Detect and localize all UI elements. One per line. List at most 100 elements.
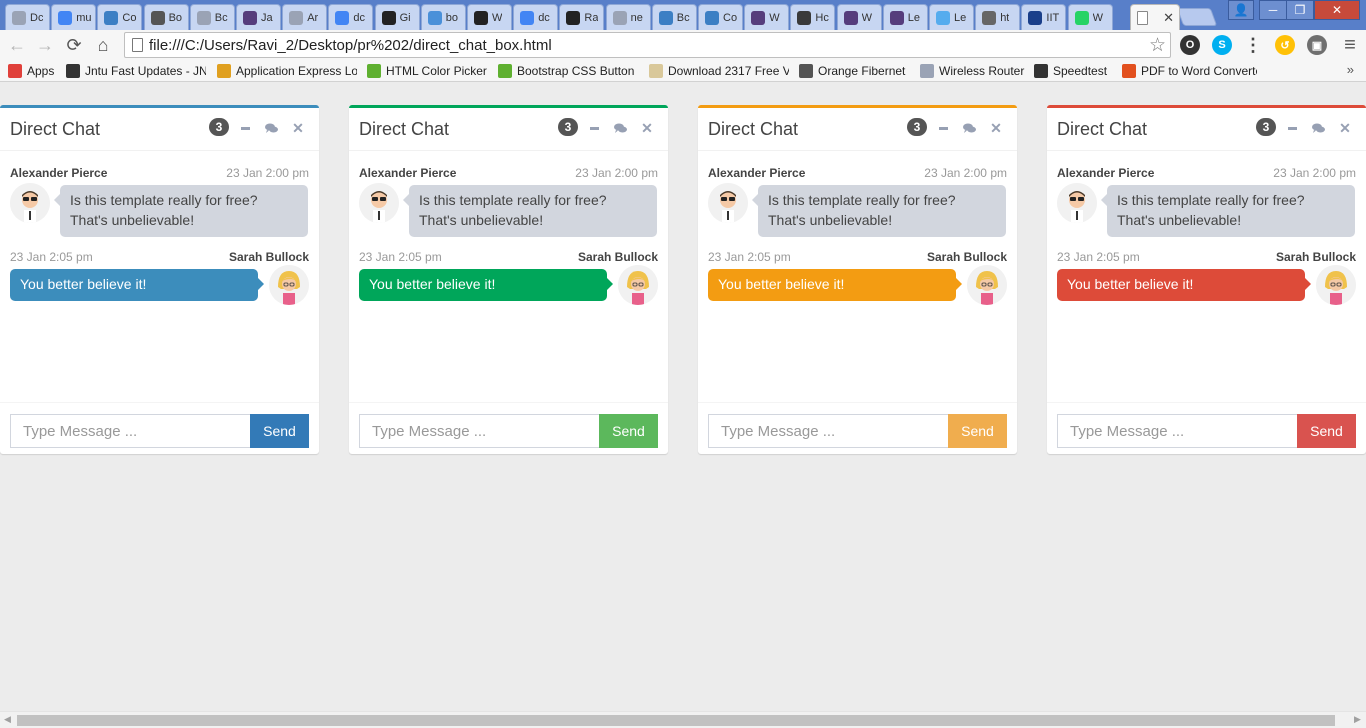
gauge-icon: [1034, 64, 1048, 78]
bookmark-item[interactable]: Application Express Lo: [217, 62, 357, 80]
close-button[interactable]: ✕: [290, 120, 306, 136]
whatsapp-icon: [1074, 10, 1089, 25]
bookmark-item[interactable]: Bootstrap CSS Button: [498, 62, 636, 80]
scroll-right-icon[interactable]: ▶: [1354, 714, 1361, 725]
bookmarks-overflow-icon[interactable]: »: [1347, 62, 1354, 77]
browser-tab[interactable]: Le: [929, 4, 974, 30]
collapse-button[interactable]: [1284, 120, 1300, 136]
bootstrap-icon: [658, 10, 673, 25]
browser-tab[interactable]: Ra: [559, 4, 605, 30]
browser-tab[interactable]: mu: [51, 4, 97, 30]
home-button[interactable]: ⌂: [92, 34, 114, 56]
send-button[interactable]: Send: [1297, 414, 1356, 448]
folder-icon: [649, 64, 663, 78]
browser-tab[interactable]: Co: [698, 4, 743, 30]
bookmark-item[interactable]: HTML Color Picker: [367, 62, 491, 80]
send-button[interactable]: Send: [599, 414, 658, 448]
bookmark-label: HTML Color Picker: [386, 64, 487, 78]
scrollbar-thumb[interactable]: [17, 715, 1335, 726]
minus-icon: [1287, 126, 1297, 130]
new-tab-button[interactable]: [1176, 8, 1218, 26]
send-button[interactable]: Send: [250, 414, 309, 448]
bookmark-item[interactable]: Speedtest: [1034, 62, 1116, 80]
browser-tab[interactable]: ne: [605, 4, 651, 30]
browser-tab[interactable]: IIT: [1021, 4, 1067, 30]
browser-tab[interactable]: Co: [97, 4, 143, 30]
bookmark-label: Bootstrap CSS Button: [517, 64, 635, 78]
bootstrap-b-icon: [751, 10, 766, 25]
maximize-button[interactable]: ❐: [1286, 0, 1314, 20]
tab-title: bo: [445, 11, 459, 24]
browser-tab[interactable]: bo: [420, 4, 466, 30]
message-timestamp: 23 Jan 2:05 pm: [10, 250, 93, 264]
close-button[interactable]: ✕: [639, 120, 655, 136]
iitb-icon: [1028, 10, 1043, 25]
apps-grid-icon[interactable]: ⋮: [1243, 35, 1263, 55]
bookmark-item[interactable]: Wireless Router: [920, 62, 1026, 80]
message-input[interactable]: [10, 414, 251, 448]
browser-tab[interactable]: Gi: [374, 4, 420, 30]
sent-message-bubble: You better believe it!: [359, 269, 613, 301]
bookmark-label: Wireless Router: [939, 64, 1025, 78]
bookmark-star-icon[interactable]: ☆: [1149, 34, 1166, 57]
opera-icon[interactable]: O: [1180, 35, 1200, 55]
browser-tab[interactable]: W: [744, 4, 790, 30]
browser-tab[interactable]: W: [1067, 4, 1113, 30]
browser-tab[interactable]: Ja: [236, 4, 281, 30]
message-input[interactable]: [1057, 414, 1298, 448]
active-browser-tab[interactable]: ✕: [1130, 4, 1180, 30]
address-bar[interactable]: file:///C:/Users/Ravi_2/Desktop/pr%202/d…: [124, 32, 1171, 58]
horizontal-scrollbar[interactable]: ◀ ▶: [0, 711, 1366, 728]
google-extension-icon[interactable]: ↺: [1275, 35, 1295, 55]
bookmark-item[interactable]: Orange Fibernet: [799, 62, 911, 80]
browser-tab[interactable]: W: [836, 4, 882, 30]
browser-tab[interactable]: Bc: [189, 4, 235, 30]
ghostery-icon[interactable]: ▣: [1307, 35, 1327, 55]
contacts-toggle-button[interactable]: [263, 120, 279, 136]
message-input[interactable]: [708, 414, 949, 448]
close-button[interactable]: ✕: [1337, 120, 1353, 136]
message-sender-name: Alexander Pierce: [359, 166, 457, 180]
contacts-toggle-button[interactable]: [1310, 120, 1326, 136]
browser-tab[interactable]: dc: [328, 4, 374, 30]
browser-tab[interactable]: Bo: [143, 4, 189, 30]
close-button[interactable]: ✕: [988, 120, 1004, 136]
forward-button[interactable]: →: [34, 34, 56, 56]
address-url[interactable]: file:///C:/Users/Ravi_2/Desktop/pr%202/d…: [149, 37, 552, 54]
browser-tab[interactable]: W: [467, 4, 512, 30]
chat-messages: Alexander Pierce 23 Jan 2:00 pm Is this …: [698, 154, 1017, 404]
scroll-left-icon[interactable]: ◀: [4, 714, 11, 725]
bookmark-item[interactable]: Apps: [8, 62, 60, 80]
bookmark-item[interactable]: Download 2317 Free V: [649, 62, 789, 80]
collapse-button[interactable]: [237, 120, 253, 136]
bookmark-item[interactable]: PDF to Word Converte: [1122, 62, 1257, 80]
browser-tab[interactable]: Le: [882, 4, 928, 30]
menu-icon[interactable]: ≡: [1340, 34, 1360, 56]
bookmark-item[interactable]: Jntu Fast Updates - JN: [66, 62, 206, 80]
minimize-button[interactable]: ─: [1259, 0, 1287, 20]
back-button[interactable]: ←: [6, 34, 28, 56]
contacts-toggle-button[interactable]: [961, 120, 977, 136]
close-window-button[interactable]: ✕: [1314, 0, 1360, 20]
reload-button[interactable]: ⟳: [63, 34, 85, 56]
browser-tab[interactable]: Ar: [282, 4, 328, 30]
browser-tab[interactable]: Hc: [790, 4, 836, 30]
browser-tab[interactable]: Bc: [651, 4, 697, 30]
user-button[interactable]: 👤: [1228, 0, 1254, 20]
browser-tab[interactable]: Dc: [5, 4, 50, 30]
contacts-toggle-button[interactable]: [612, 120, 628, 136]
message-input[interactable]: [359, 414, 600, 448]
wifi-icon: [982, 10, 997, 25]
send-button[interactable]: Send: [948, 414, 1007, 448]
tab-title: Ra: [584, 11, 599, 24]
tab-close-icon[interactable]: ✕: [1163, 10, 1174, 26]
browser-tab[interactable]: ht: [975, 4, 1021, 30]
collapse-button[interactable]: [935, 120, 951, 136]
bookmark-label: PDF to Word Converte: [1141, 64, 1257, 78]
collapse-button[interactable]: [586, 120, 602, 136]
browser-tab[interactable]: dc: [513, 4, 559, 30]
message-count-badge: 3: [907, 118, 927, 136]
man-avatar-icon: [359, 183, 399, 223]
skype-icon[interactable]: S: [1212, 35, 1232, 55]
google-icon: [520, 10, 535, 25]
